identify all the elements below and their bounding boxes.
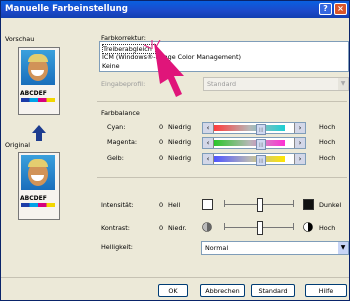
list-item[interactable]: Keine — [102, 62, 120, 70]
divider — [1, 277, 349, 278]
helligkeit-value: Normal — [205, 244, 229, 252]
slider-tick — [224, 200, 225, 207]
original-image: ABCDEF — [18, 152, 60, 220]
magenta-high-label: Hoch — [319, 138, 336, 146]
slider-thumb[interactable]: ||| — [256, 155, 266, 166]
kontrast-low-label: Niedr. — [168, 224, 187, 232]
gelb-low-label: Niedrig — [168, 154, 192, 162]
hilfe-button[interactable]: Hilfe — [305, 284, 347, 297]
high-contrast-icon — [303, 222, 313, 232]
mouse-cursor-icon — [144, 40, 184, 97]
cyan-label: Cyan: — [107, 123, 126, 131]
preview-sample-text: ABCDEF — [20, 90, 47, 97]
gelb-high-label: Hoch — [319, 154, 336, 162]
hair-graphic — [28, 54, 48, 62]
magenta-value: 0 — [159, 138, 164, 146]
farbbalance-label: Farbbalance — [101, 109, 140, 117]
vorschau-label: Vorschau — [5, 35, 35, 43]
kontrast-value: 0 — [159, 224, 164, 232]
help-title-button[interactable]: ? — [319, 3, 332, 15]
intensitaet-label: Intensität: — [101, 201, 134, 209]
chevron-left-icon[interactable]: ‹ — [203, 138, 214, 148]
original-label: Original — [5, 141, 31, 149]
original-photo — [21, 155, 55, 190]
chevron-down-icon: ▼ — [338, 78, 348, 90]
chevron-left-icon[interactable]: ‹ — [203, 154, 214, 164]
ok-button[interactable]: OK — [158, 284, 188, 297]
preview-photo — [21, 50, 55, 85]
kontrast-high-label: Hoch — [319, 224, 336, 232]
chevron-right-icon[interactable]: › — [294, 154, 305, 164]
intensitaet-high-label: Dunkel — [319, 201, 342, 209]
slider-thumb[interactable]: ||| — [256, 124, 266, 135]
cyan-value: 0 — [159, 123, 164, 131]
hair-graphic — [28, 159, 48, 167]
slider-thumb[interactable] — [257, 221, 263, 235]
original-sample-text: ABCDEF — [20, 195, 47, 202]
cyan-low-label: Niedrig — [168, 123, 192, 131]
chevron-left-icon[interactable]: ‹ — [203, 123, 214, 133]
eingabeprofil-value: Standard — [207, 80, 237, 88]
cyan-gradient: ||| — [214, 124, 285, 135]
magenta-label: Magenta: — [107, 138, 138, 146]
standard-button[interactable]: Standard — [251, 284, 295, 297]
slider-thumb[interactable]: ||| — [256, 139, 266, 150]
cyan-slider[interactable]: ‹ ||| › — [202, 122, 306, 135]
dialog-window: Manuelle Farbeinstellung ? × Vorschau AB… — [0, 0, 350, 301]
slider-tick — [224, 223, 225, 230]
title-bar: Manuelle Farbeinstellung ? × — [1, 1, 349, 18]
chevron-down-icon: ▼ — [338, 242, 348, 254]
divider — [97, 177, 347, 178]
helligkeit-dropdown[interactable]: Normal ▼ — [201, 241, 349, 255]
color-bars — [21, 98, 55, 102]
kontrast-slider[interactable] — [224, 221, 294, 235]
magenta-gradient: ||| — [214, 139, 285, 150]
chevron-right-icon[interactable]: › — [294, 123, 305, 133]
gelb-slider[interactable]: ‹ ||| › — [202, 153, 306, 166]
farbkorrektur-list[interactable]: Treiberabgleich ICM (Windows®-Image Colo… — [99, 41, 349, 72]
gelb-gradient: ||| — [214, 155, 285, 166]
dark-square-icon — [303, 199, 314, 210]
magenta-slider[interactable]: ‹ ||| › — [202, 137, 306, 150]
magenta-low-label: Niedrig — [168, 138, 192, 146]
eingabeprofil-label: Eingabeprofil: — [101, 80, 146, 88]
light-square-icon — [202, 199, 213, 210]
preview-image: ABCDEF — [18, 47, 60, 115]
helligkeit-label: Helligkeit: — [101, 243, 133, 251]
slider-tick — [293, 223, 294, 230]
up-arrow-icon — [32, 125, 46, 141]
divider — [97, 101, 347, 102]
intensitaet-slider[interactable] — [224, 198, 294, 212]
gelb-label: Gelb: — [107, 154, 124, 162]
gelb-value: 0 — [159, 154, 164, 162]
eingabeprofil-dropdown[interactable]: Standard ▼ — [203, 77, 349, 91]
slider-thumb[interactable] — [257, 198, 263, 212]
slider-tick — [293, 200, 294, 207]
chevron-right-icon[interactable]: › — [294, 138, 305, 148]
kontrast-label: Kontrast: — [101, 224, 130, 232]
window-title: Manuelle Farbeinstellung — [5, 4, 128, 14]
cyan-high-label: Hoch — [319, 123, 336, 131]
intensitaet-low-label: Hell — [168, 201, 181, 209]
intensitaet-value: 0 — [159, 201, 164, 209]
low-contrast-icon — [202, 222, 212, 232]
color-bars — [21, 203, 55, 207]
abbrechen-button[interactable]: Abbrechen — [200, 284, 245, 297]
close-button[interactable]: × — [334, 3, 347, 15]
